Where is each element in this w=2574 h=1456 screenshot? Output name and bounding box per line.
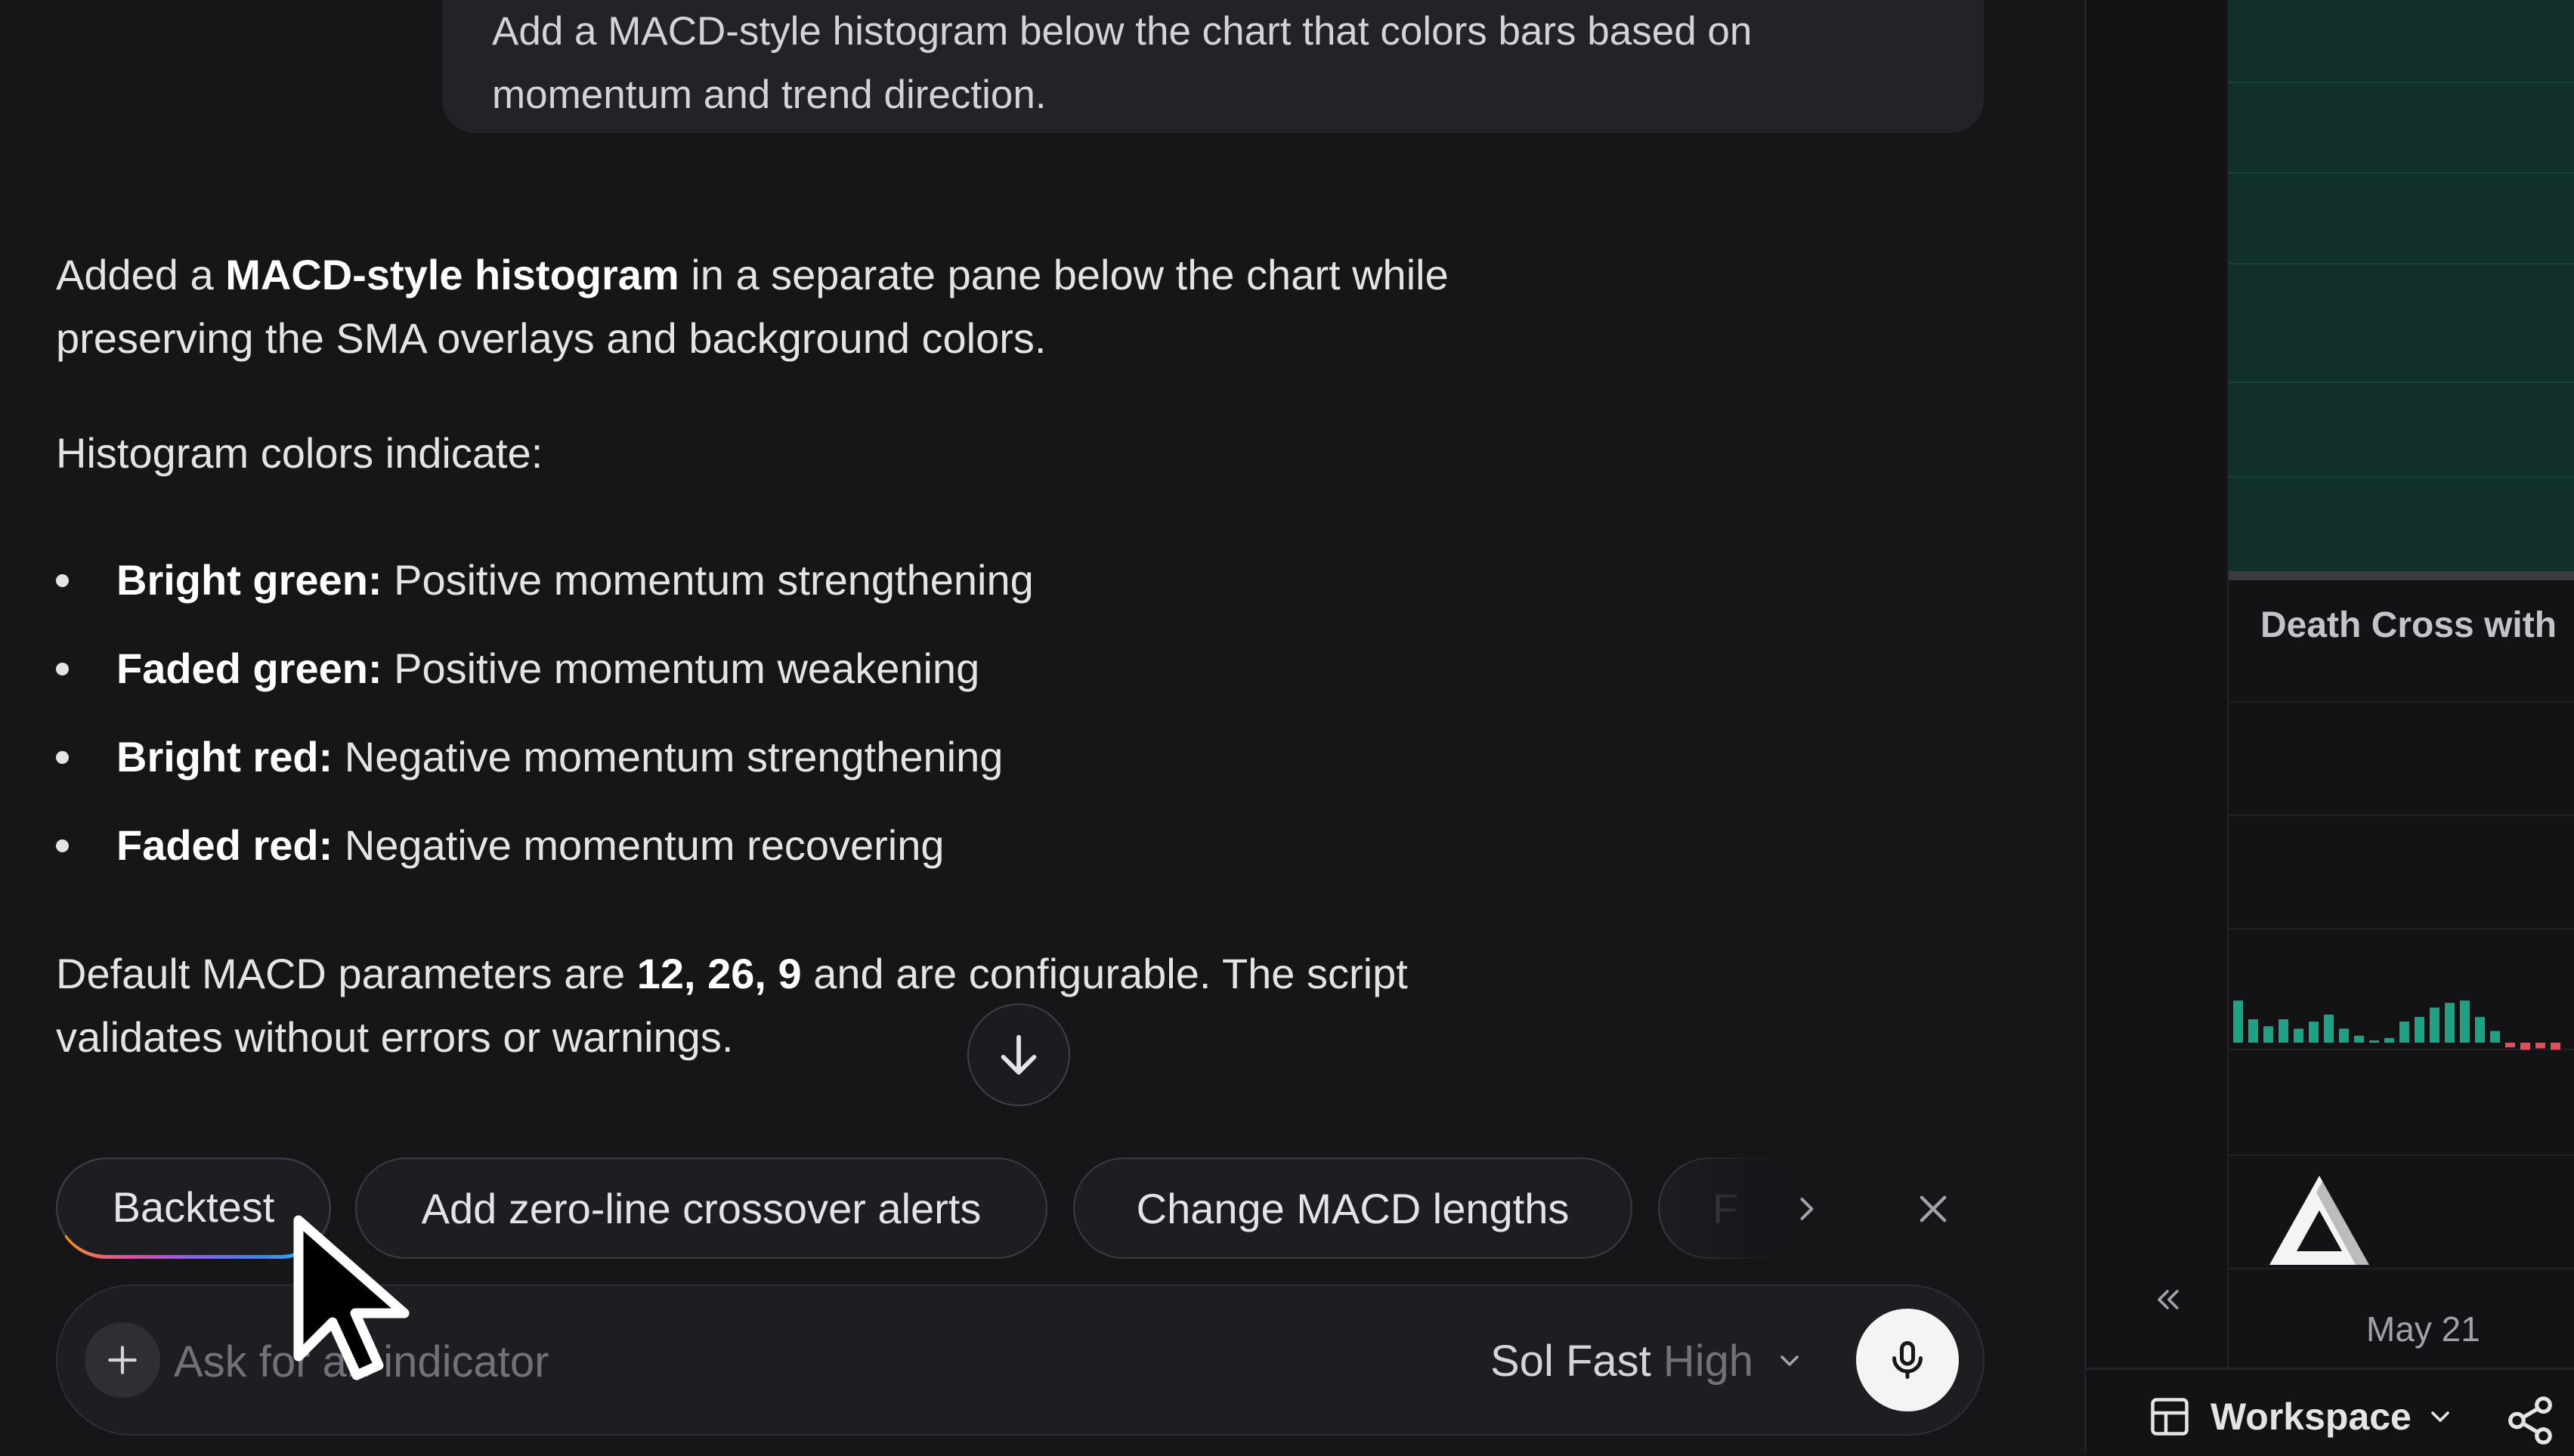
voice-input-button[interactable] xyxy=(1856,1309,1959,1411)
chart-side-panel: Death Cross with May 21 Workspace xyxy=(2084,0,2574,1456)
histogram-bar xyxy=(2551,1043,2560,1050)
date-axis-label: May 21 xyxy=(2366,1309,2480,1349)
histogram-bar xyxy=(2430,1007,2439,1043)
histogram-bar xyxy=(2279,1019,2288,1043)
intro-bold: MACD-style histogram xyxy=(225,251,679,298)
suggestion-chip-zero-line-alerts[interactable]: Add zero-line crossover alerts xyxy=(355,1158,1047,1259)
histogram-bar xyxy=(2309,1022,2319,1043)
histogram-bar xyxy=(2369,1040,2379,1043)
histogram-bar xyxy=(2354,1035,2364,1043)
histogram-bar xyxy=(2490,1031,2500,1043)
params-bold: 12, 26, 9 xyxy=(636,950,802,997)
collapse-panel-button[interactable] xyxy=(2141,1277,2194,1322)
arrow-down-icon xyxy=(1001,1034,1037,1075)
histogram-bar xyxy=(2324,1014,2334,1043)
model-name: Sol Fast xyxy=(1490,1336,1651,1386)
histogram-bar xyxy=(2263,1026,2273,1043)
histogram-bar xyxy=(2294,1028,2303,1043)
histogram-bar xyxy=(2445,1003,2455,1043)
histogram-bar xyxy=(2460,1000,2470,1043)
workspace-menu[interactable]: Workspace xyxy=(2147,1394,2455,1439)
macd-histogram xyxy=(2233,1000,2560,1050)
histogram-bar xyxy=(2339,1028,2349,1043)
close-icon xyxy=(1920,1195,1947,1223)
indicator-title: Death Cross with xyxy=(2260,605,2557,645)
panel-bottom-bar: Workspace xyxy=(2087,1368,2574,1456)
scroll-to-bottom-button[interactable] xyxy=(967,1003,1070,1106)
price-chart-pane[interactable] xyxy=(2229,0,2574,571)
params-paragraph: Default MACD parameters are 12, 26, 9 an… xyxy=(56,950,1408,1061)
list-item: Bright green: Positive momentum strength… xyxy=(56,549,1034,637)
chips-close-button[interactable] xyxy=(1903,1179,1963,1239)
chevron-right-icon xyxy=(1800,1198,1814,1220)
user-message-bubble: Add a MACD-style histogram below the cha… xyxy=(442,0,1984,133)
colors-heading: Histogram colors indicate: xyxy=(56,429,543,477)
model-selector[interactable]: Sol Fast High xyxy=(1490,1327,1805,1395)
workspace-label: Workspace xyxy=(2210,1396,2412,1438)
attach-button[interactable] xyxy=(85,1322,160,1398)
chips-next-button[interactable] xyxy=(1776,1179,1836,1239)
list-item: Bright red: Negative momentum strengthen… xyxy=(56,725,1034,814)
chevron-down-icon xyxy=(2431,1411,2449,1422)
chevron-down-icon xyxy=(1780,1356,1799,1366)
histogram-bar xyxy=(2535,1043,2545,1049)
histogram-bar xyxy=(2415,1016,2424,1043)
pane-resize-handle[interactable] xyxy=(2229,571,2574,580)
model-level: High xyxy=(1663,1336,1754,1386)
user-message-text: Add a MACD-style histogram below the cha… xyxy=(492,9,1753,117)
color-legend-list: Bright green: Positive momentum strength… xyxy=(56,549,1034,902)
plus-icon xyxy=(108,1346,137,1374)
microphone-icon xyxy=(1892,1341,1923,1379)
prompt-input[interactable] xyxy=(172,1327,855,1396)
histogram-bar xyxy=(2505,1043,2515,1048)
panel-gutter xyxy=(2087,0,2227,1368)
suggestion-chip-change-macd-lengths[interactable]: Change MACD lengths xyxy=(1073,1158,1632,1259)
histogram-bar xyxy=(2475,1016,2485,1043)
histogram-bar xyxy=(2520,1043,2530,1050)
list-item: Faded red: Negative momentum recovering xyxy=(56,814,1034,902)
double-chevron-left-icon xyxy=(2158,1290,2179,1309)
histogram-bar xyxy=(2399,1022,2409,1043)
histogram-bar xyxy=(2384,1037,2394,1043)
assistant-intro: Added a MACD-style histogram in a separa… xyxy=(56,251,1449,362)
suggestion-chip-backtest[interactable]: Backtest xyxy=(56,1158,331,1259)
list-item: Faded green: Positive momentum weakening xyxy=(56,637,1034,725)
app-logo-icon xyxy=(2269,1176,2369,1265)
grid-layout-icon xyxy=(2151,1398,2189,1436)
share-icon[interactable] xyxy=(2504,1394,2557,1447)
chat-panel: Add a MACD-style histogram below the cha… xyxy=(0,0,2084,1454)
histogram-bar xyxy=(2248,1019,2258,1043)
composer: Sol Fast High xyxy=(56,1284,1985,1436)
histogram-bar xyxy=(2233,1000,2243,1043)
